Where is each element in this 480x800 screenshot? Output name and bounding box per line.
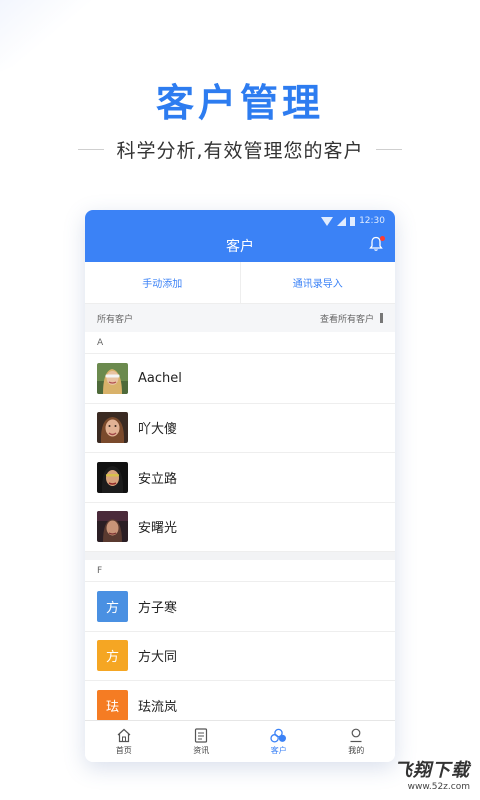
divider-line-right: [375, 148, 402, 150]
watermark-url: www.52z.com: [407, 782, 470, 792]
home-icon: [117, 728, 131, 742]
avatar: 方: [97, 640, 128, 672]
tab-label: 首页: [115, 745, 132, 755]
all-customers-label: 所有客户: [97, 314, 134, 325]
promo-title: 客户管理: [155, 81, 324, 125]
contact-row[interactable]: 方 方子寒: [85, 582, 395, 632]
watermark-logo-text: 飞翔下载: [394, 760, 470, 781]
avatar: [97, 362, 128, 394]
customers-icon: [270, 728, 287, 743]
action-bar: 手动添加 通讯录导入: [85, 262, 395, 304]
page-title: 客户: [226, 239, 254, 255]
watermark: 飞翔下载 www.52z.com: [394, 756, 470, 792]
group-gap: [85, 552, 395, 560]
decorative-shape: [0, 0, 154, 78]
promo-page: 客户管理 科学分析,有效管理您的客户 12:30 客户 手动添加 通讯录导入 所…: [0, 0, 480, 800]
wifi-icon: [321, 216, 334, 226]
divider-line-left: [78, 148, 105, 150]
group-letter-f: F: [85, 560, 395, 582]
avatar: [97, 461, 128, 493]
notification-dot: [380, 236, 385, 241]
news-icon: [195, 727, 208, 743]
group-letter-a: A: [85, 332, 395, 354]
contact-name: 珐流岚: [138, 699, 178, 715]
bell-icon[interactable]: [369, 236, 385, 252]
avatar: [97, 511, 128, 543]
index-bar-icon: [380, 313, 383, 323]
section-header: 所有客户 查看所有客户: [85, 304, 395, 332]
view-all-label: 查看所有客户: [319, 314, 374, 325]
contact-name: 安立路: [138, 471, 178, 487]
avatar: 方: [97, 590, 128, 622]
status-time: 12:30: [359, 216, 385, 226]
contact-row[interactable]: 吖大傻: [85, 404, 395, 453]
contact-name: 方子寒: [138, 600, 178, 616]
contact-row[interactable]: Aachel: [85, 354, 395, 404]
tab-label: 我的: [348, 745, 365, 755]
contact-name: 安曙光: [138, 521, 178, 537]
tab-news[interactable]: 资讯: [163, 721, 241, 762]
tab-label: 资讯: [193, 745, 210, 755]
contact-name: 吖大傻: [138, 422, 178, 438]
avatar: 珐: [97, 689, 128, 721]
import-contacts-button[interactable]: 通讯录导入: [239, 262, 396, 303]
tab-label: 客户: [270, 745, 287, 755]
phone-screen: 12:30 客户 手动添加 通讯录导入 所有客户 查看所有客户 A Aachel…: [85, 210, 395, 762]
status-bar: 12:30: [321, 214, 385, 228]
bottom-tab-bar: 首页 资讯 客户 我的: [85, 720, 395, 762]
contact-row[interactable]: 安立路: [85, 453, 395, 503]
battery-icon: [350, 216, 356, 226]
avatar: [97, 412, 128, 444]
promo-subtitle-row: 科学分析,有效管理您的客户: [0, 136, 480, 162]
profile-icon: [350, 728, 362, 742]
manual-add-button[interactable]: 手动添加: [85, 262, 240, 303]
view-all-customers-link[interactable]: 查看所有客户: [320, 312, 383, 325]
contact-name: Aachel: [138, 370, 182, 386]
tab-customers[interactable]: 客户: [240, 721, 318, 762]
contact-row[interactable]: 安曙光: [85, 503, 395, 552]
tab-profile[interactable]: 我的: [318, 721, 396, 762]
contact-name: 方大同: [138, 650, 178, 666]
tab-home[interactable]: 首页: [85, 721, 163, 762]
app-header: 12:30 客户: [85, 210, 395, 262]
contact-row[interactable]: 方 方大同: [85, 632, 395, 681]
promo-subtitle: 科学分析,有效管理您的客户: [116, 139, 364, 162]
signal-icon: [337, 216, 347, 226]
